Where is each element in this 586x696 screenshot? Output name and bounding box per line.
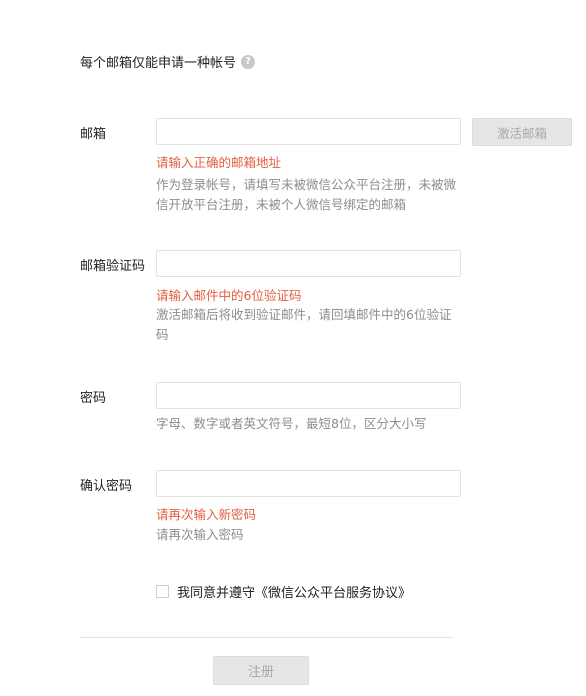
password-label: 密码 bbox=[80, 391, 107, 406]
email-label: 邮箱 bbox=[80, 127, 107, 142]
activate-email-button[interactable]: 激活邮箱 bbox=[472, 118, 572, 146]
email-tip: 作为登录帐号，请填写未被微信公众平台注册，未被微信开放平台注册，未被个人微信号绑… bbox=[156, 177, 457, 212]
verify-code-tip: 激活邮箱后将收到验证邮件，请回填邮件中的6位验证码 bbox=[156, 307, 452, 342]
verify-code-label: 邮箱验证码 bbox=[80, 259, 146, 274]
confirm-password-input[interactable] bbox=[156, 470, 461, 497]
help-question-icon[interactable]: ? bbox=[241, 54, 256, 69]
register-button[interactable]: 注册 bbox=[213, 656, 309, 685]
password-tip: 字母、数字或者英文符号，最短8位，区分大小写 bbox=[156, 416, 427, 431]
verify-code-error: 请输入邮件中的6位验证码 bbox=[156, 288, 302, 303]
password-input[interactable] bbox=[156, 382, 461, 409]
divider bbox=[80, 637, 453, 638]
form-title: 每个邮箱仅能申请一种帐号 ? bbox=[80, 52, 256, 71]
confirm-password-label: 确认密码 bbox=[80, 479, 133, 494]
email-input[interactable] bbox=[156, 118, 461, 145]
email-error: 请输入正确的邮箱地址 bbox=[156, 155, 282, 170]
confirm-password-error: 请再次输入新密码 bbox=[156, 507, 257, 522]
agreement-checkbox[interactable] bbox=[156, 585, 169, 598]
form-title-text: 每个邮箱仅能申请一种帐号 bbox=[80, 56, 237, 71]
verify-code-input[interactable] bbox=[156, 250, 461, 277]
agreement-row: 我同意并遵守《微信公众平台服务协议》 bbox=[156, 582, 411, 601]
confirm-password-tip: 请再次输入密码 bbox=[156, 527, 244, 542]
agreement-text[interactable]: 我同意并遵守《微信公众平台服务协议》 bbox=[177, 582, 411, 601]
